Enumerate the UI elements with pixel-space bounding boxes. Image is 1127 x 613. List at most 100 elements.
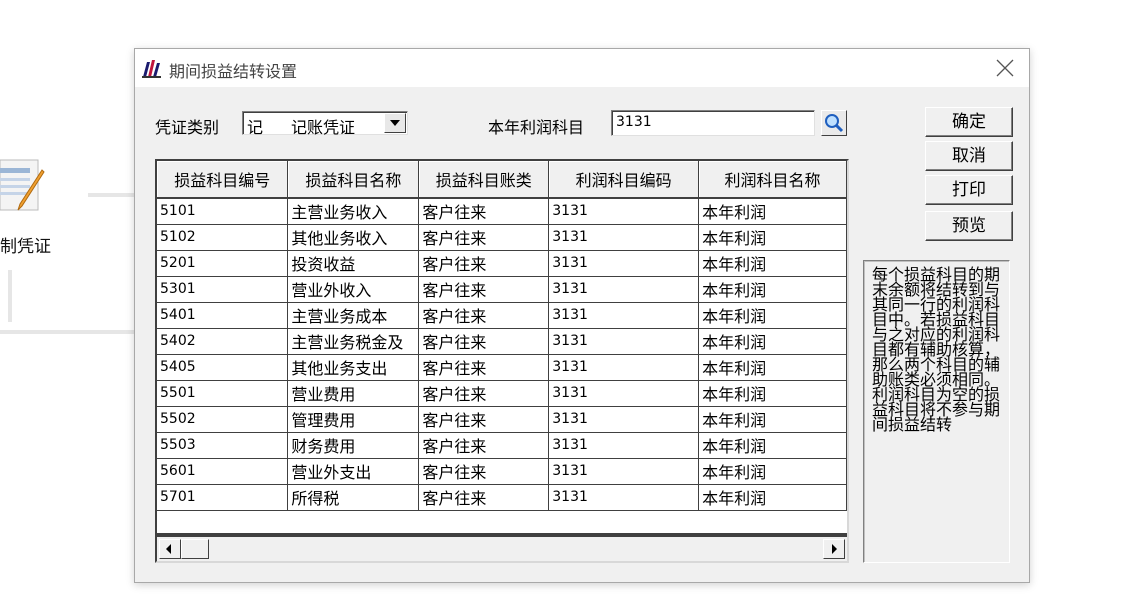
table-cell[interactable]: 客户往来 xyxy=(418,276,550,303)
table-cell[interactable]: 所得税 xyxy=(287,484,420,511)
voucher-edit-icon[interactable] xyxy=(0,150,46,220)
table-cell[interactable]: 客户往来 xyxy=(418,198,550,225)
table-cell[interactable]: 5405 xyxy=(157,354,289,381)
table-cell[interactable]: 营业外收入 xyxy=(287,276,420,303)
table-cell[interactable]: 5402 xyxy=(157,328,289,355)
table-row[interactable]: 5102 其他业务收入 客户往来 3131 本年利润 xyxy=(157,224,847,251)
table-cell[interactable]: 本年利润 xyxy=(698,198,847,225)
table-cell[interactable]: 营业外支出 xyxy=(287,458,420,485)
table-cell[interactable]: 客户往来 xyxy=(418,484,550,511)
table-cell[interactable]: 客户往来 xyxy=(418,380,550,407)
voucher-type-name: 记账凭证 xyxy=(291,118,356,137)
table-cell[interactable]: 投资收益 xyxy=(287,250,420,277)
table-cell[interactable]: 本年利润 xyxy=(698,432,847,459)
table-cell[interactable]: 本年利润 xyxy=(698,354,847,381)
table-cell[interactable]: 客户往来 xyxy=(418,458,550,485)
table-cell[interactable]: 5201 xyxy=(157,250,289,277)
table-cell[interactable]: 3131 xyxy=(548,302,700,329)
table-cell[interactable]: 3131 xyxy=(548,354,700,381)
table-cell[interactable]: 5102 xyxy=(157,224,289,251)
table-cell[interactable]: 客户往来 xyxy=(418,354,550,381)
background-divider-bottom xyxy=(0,330,140,334)
background-item-label[interactable]: 制凭证 xyxy=(0,232,51,257)
profit-account-input[interactable]: 3131 xyxy=(611,110,815,136)
table-cell[interactable]: 3131 xyxy=(548,458,700,485)
preview-button[interactable]: 预览 xyxy=(925,211,1013,241)
transfer-settings-table[interactable]: 损益科目编号 损益科目名称 损益科目账类 利润科目编码 利润科目名称 5101 主营业务收… xyxy=(155,159,849,563)
table-cell[interactable]: 客户往来 xyxy=(418,250,550,277)
column-header[interactable]: 损益科目编号 xyxy=(157,161,289,199)
table-cell[interactable]: 客户往来 xyxy=(418,328,550,355)
table-cell[interactable]: 主营业务成本 xyxy=(287,302,420,329)
table-cell[interactable]: 5601 xyxy=(157,458,289,485)
table-cell[interactable]: 本年利润 xyxy=(698,302,847,329)
table-cell[interactable]: 财务费用 xyxy=(287,432,420,459)
column-header[interactable]: 利润科目编码 xyxy=(548,161,700,199)
table-cell[interactable]: 5701 xyxy=(157,484,289,511)
table-cell[interactable]: 3131 xyxy=(548,432,700,459)
cancel-button[interactable]: 取消 xyxy=(925,141,1013,171)
table-row[interactable]: 5401 主营业务成本 客户往来 3131 本年利润 xyxy=(157,302,847,329)
ok-button[interactable]: 确定 xyxy=(925,107,1013,137)
table-cell[interactable]: 管理费用 xyxy=(287,406,420,433)
table-row[interactable]: 5402 主营业务税金及 客户往来 3131 本年利润 xyxy=(157,328,847,355)
column-header[interactable]: 损益科目名称 xyxy=(287,161,420,199)
table-cell[interactable]: 本年利润 xyxy=(698,380,847,407)
settings-table: 损益科目编号 损益科目名称 损益科目账类 利润科目编码 利润科目名称 5101 主营业务收… xyxy=(157,161,847,511)
table-cell[interactable]: 3131 xyxy=(548,484,700,511)
table-cell[interactable]: 5301 xyxy=(157,276,289,303)
table-row[interactable]: 5503 财务费用 客户往来 3131 本年利润 xyxy=(157,432,847,459)
table-row[interactable]: 5405 其他业务支出 客户往来 3131 本年利润 xyxy=(157,354,847,381)
table-cell[interactable]: 3131 xyxy=(548,224,700,251)
table-cell[interactable]: 3131 xyxy=(548,406,700,433)
table-cell[interactable]: 其他业务支出 xyxy=(287,354,420,381)
table-cell[interactable]: 3131 xyxy=(548,198,700,225)
table-cell[interactable]: 客户往来 xyxy=(418,406,550,433)
table-cell[interactable]: 5502 xyxy=(157,406,289,433)
search-icon[interactable] xyxy=(821,110,847,136)
table-cell[interactable]: 本年利润 xyxy=(698,458,847,485)
table-cell[interactable]: 本年利润 xyxy=(698,224,847,251)
table-cell[interactable]: 3131 xyxy=(548,380,700,407)
table-cell[interactable]: 主营业务收入 xyxy=(287,198,420,225)
voucher-type-select[interactable]: 记 记账凭证 xyxy=(242,111,408,137)
voucher-type-label: 凭证类别 xyxy=(155,118,220,137)
table-cell[interactable]: 本年利润 xyxy=(698,484,847,511)
table-row[interactable]: 5201 投资收益 客户往来 3131 本年利润 xyxy=(157,250,847,277)
table-cell[interactable]: 本年利润 xyxy=(698,250,847,277)
table-cell[interactable]: 本年利润 xyxy=(698,328,847,355)
title-bar: 期间损益结转设置 xyxy=(135,49,1029,87)
horizontal-scrollbar[interactable] xyxy=(157,533,847,561)
print-button[interactable]: 打印 xyxy=(925,175,1013,205)
table-row[interactable]: 5101 主营业务收入 客户往来 3131 本年利润 xyxy=(157,198,847,225)
table-cell[interactable]: 5503 xyxy=(157,432,289,459)
table-cell[interactable]: 客户往来 xyxy=(418,224,550,251)
table-cell[interactable]: 本年利润 xyxy=(698,276,847,303)
voucher-type-code: 记 xyxy=(247,118,264,137)
table-cell[interactable]: 其他业务收入 xyxy=(287,224,420,251)
chevron-down-icon[interactable] xyxy=(384,113,406,133)
scroll-right-icon[interactable] xyxy=(823,539,845,559)
scroll-left-icon[interactable] xyxy=(159,539,181,559)
scroll-thumb[interactable] xyxy=(181,539,209,559)
table-cell[interactable]: 3131 xyxy=(548,328,700,355)
table-row[interactable]: 5701 所得税 客户往来 3131 本年利润 xyxy=(157,484,847,511)
table-cell[interactable]: 主营业务税金及 xyxy=(287,328,420,355)
help-note: 每个损益科目的期末余额将结转到与其同一行的利润科目中。若损益科目与之对应的利润科… xyxy=(863,260,1010,563)
table-row[interactable]: 5601 营业外支出 客户往来 3131 本年利润 xyxy=(157,458,847,485)
column-header[interactable]: 损益科目账类 xyxy=(418,161,550,199)
table-cell[interactable]: 3131 xyxy=(548,276,700,303)
table-row[interactable]: 5501 营业费用 客户往来 3131 本年利润 xyxy=(157,380,847,407)
table-cell[interactable]: 5501 xyxy=(157,380,289,407)
column-header[interactable]: 利润科目名称 xyxy=(698,161,847,199)
table-row[interactable]: 5502 管理费用 客户往来 3131 本年利润 xyxy=(157,406,847,433)
table-cell[interactable]: 客户往来 xyxy=(418,432,550,459)
table-cell[interactable]: 3131 xyxy=(548,250,700,277)
table-cell[interactable]: 5101 xyxy=(157,198,289,225)
table-cell[interactable]: 本年利润 xyxy=(698,406,847,433)
table-cell[interactable]: 5401 xyxy=(157,302,289,329)
table-row[interactable]: 5301 营业外收入 客户往来 3131 本年利润 xyxy=(157,276,847,303)
table-cell[interactable]: 客户往来 xyxy=(418,302,550,329)
close-icon[interactable] xyxy=(993,57,1017,79)
table-cell[interactable]: 营业费用 xyxy=(287,380,420,407)
